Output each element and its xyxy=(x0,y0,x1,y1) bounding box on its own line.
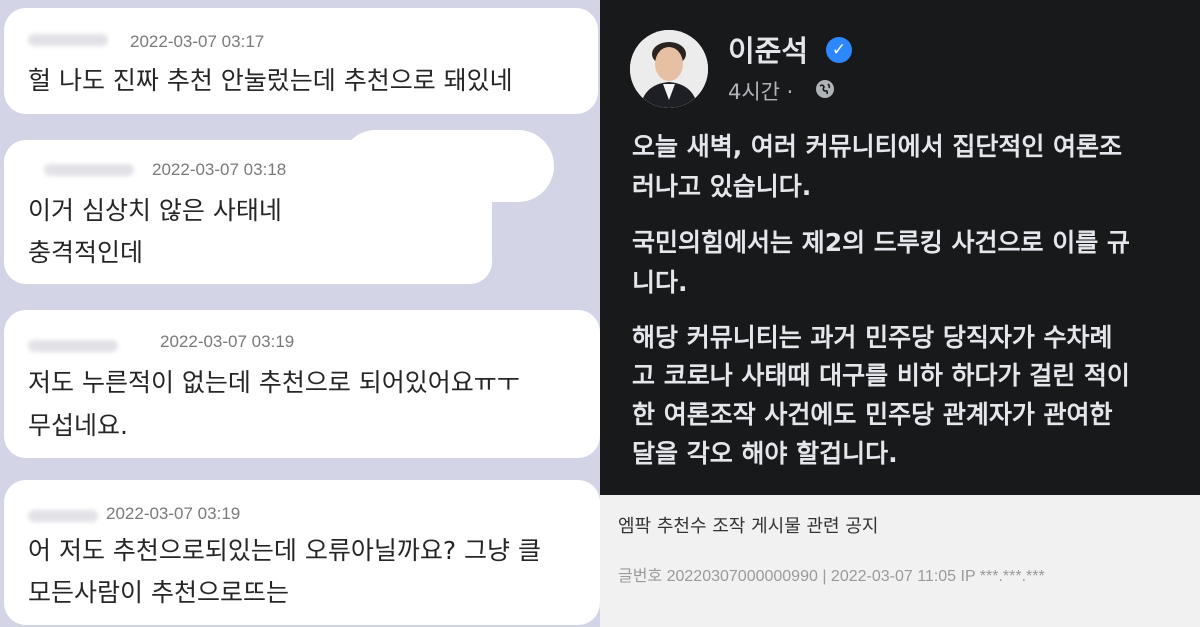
facebook-post: 이준석 ✓ 4시간 · 오늘 새벽, 여러 커뮤니티에서 집단적인 여론조 러나… xyxy=(600,0,1200,495)
message-timestamp: 2022-03-07 03:18 xyxy=(152,160,287,179)
post-text-line: 니다. xyxy=(632,268,688,297)
avatar[interactable] xyxy=(630,30,708,108)
news-panel: 이준석 ✓ 4시간 · 오늘 새벽, 여러 커뮤니티에서 집단적인 여론조 러나… xyxy=(600,0,1200,627)
redacted-nickname xyxy=(28,34,108,46)
chat-panel: 2022-03-07 03:17 헐 나도 진짜 추천 안눌렀는데 추천으로 돼… xyxy=(0,0,600,627)
message-text: 충격적인데 xyxy=(28,238,144,267)
notice-title[interactable]: 엠팍 추천수 조작 게시물 관련 공지 xyxy=(618,512,878,538)
post-text-line: 오늘 새벽, 여러 커뮤니티에서 집단적인 여론조 xyxy=(632,132,1123,161)
verified-check-icon: ✓ xyxy=(826,37,852,63)
redacted-nickname xyxy=(28,510,98,522)
message-text: 저도 누른적이 없는데 추천으로 되어있어요ㅠㅜ xyxy=(28,368,520,397)
post-author[interactable]: 이준석 xyxy=(728,28,808,70)
redacted-nickname xyxy=(28,340,118,352)
message-text: 어 저도 추천으로되있는데 오류아닐까요? 그냥 클 xyxy=(28,536,542,565)
profile-photo-icon xyxy=(630,30,708,108)
message-text: 모든사람이 추천으로뜨는 xyxy=(28,578,289,607)
message-text: 이거 심상치 않은 사태네 xyxy=(28,196,282,225)
redacted-overlay xyxy=(340,130,554,202)
redacted-nickname xyxy=(44,164,134,176)
chat-bubble: 2022-03-07 03:19 저도 누른적이 없는데 추천으로 되어있어요ㅠ… xyxy=(4,310,600,458)
post-text-line: 달을 각오 해야 할겁니다. xyxy=(632,439,898,468)
message-text: 무섭네요. xyxy=(28,411,128,440)
post-text-line: 러나고 있습니다. xyxy=(632,172,812,201)
globe-icon xyxy=(816,80,834,98)
post-time[interactable]: 4시간 · xyxy=(728,76,793,106)
notice-meta: 글번호 20220307000000990 | 2022-03-07 11:05… xyxy=(618,568,1045,585)
message-timestamp: 2022-03-07 03:19 xyxy=(160,332,295,351)
chat-bubble: 2022-03-07 03:19 어 저도 추천으로되있는데 오류아닐까요? 그… xyxy=(4,480,600,625)
post-text-line: 고 코로나 사태때 대구를 비하 하다가 걸린 적이 xyxy=(632,361,1130,390)
chat-bubble: 2022-03-07 03:17 헐 나도 진짜 추천 안눌렀는데 추천으로 돼… xyxy=(4,8,598,114)
message-timestamp: 2022-03-07 03:17 xyxy=(130,32,265,51)
message-timestamp: 2022-03-07 03:19 xyxy=(106,504,241,523)
message-text: 헐 나도 진짜 추천 안눌렀는데 추천으로 돼있네 xyxy=(28,66,513,95)
post-text-line: 한 여론조작 사건에도 민주당 관계자가 관여한 xyxy=(632,400,1113,429)
post-text-line: 국민의힘에서는 제2의 드루킹 사건으로 이를 규 xyxy=(632,228,1130,257)
post-text-line: 해당 커뮤니티는 과거 민주당 당직자가 수차례 xyxy=(632,323,1113,352)
